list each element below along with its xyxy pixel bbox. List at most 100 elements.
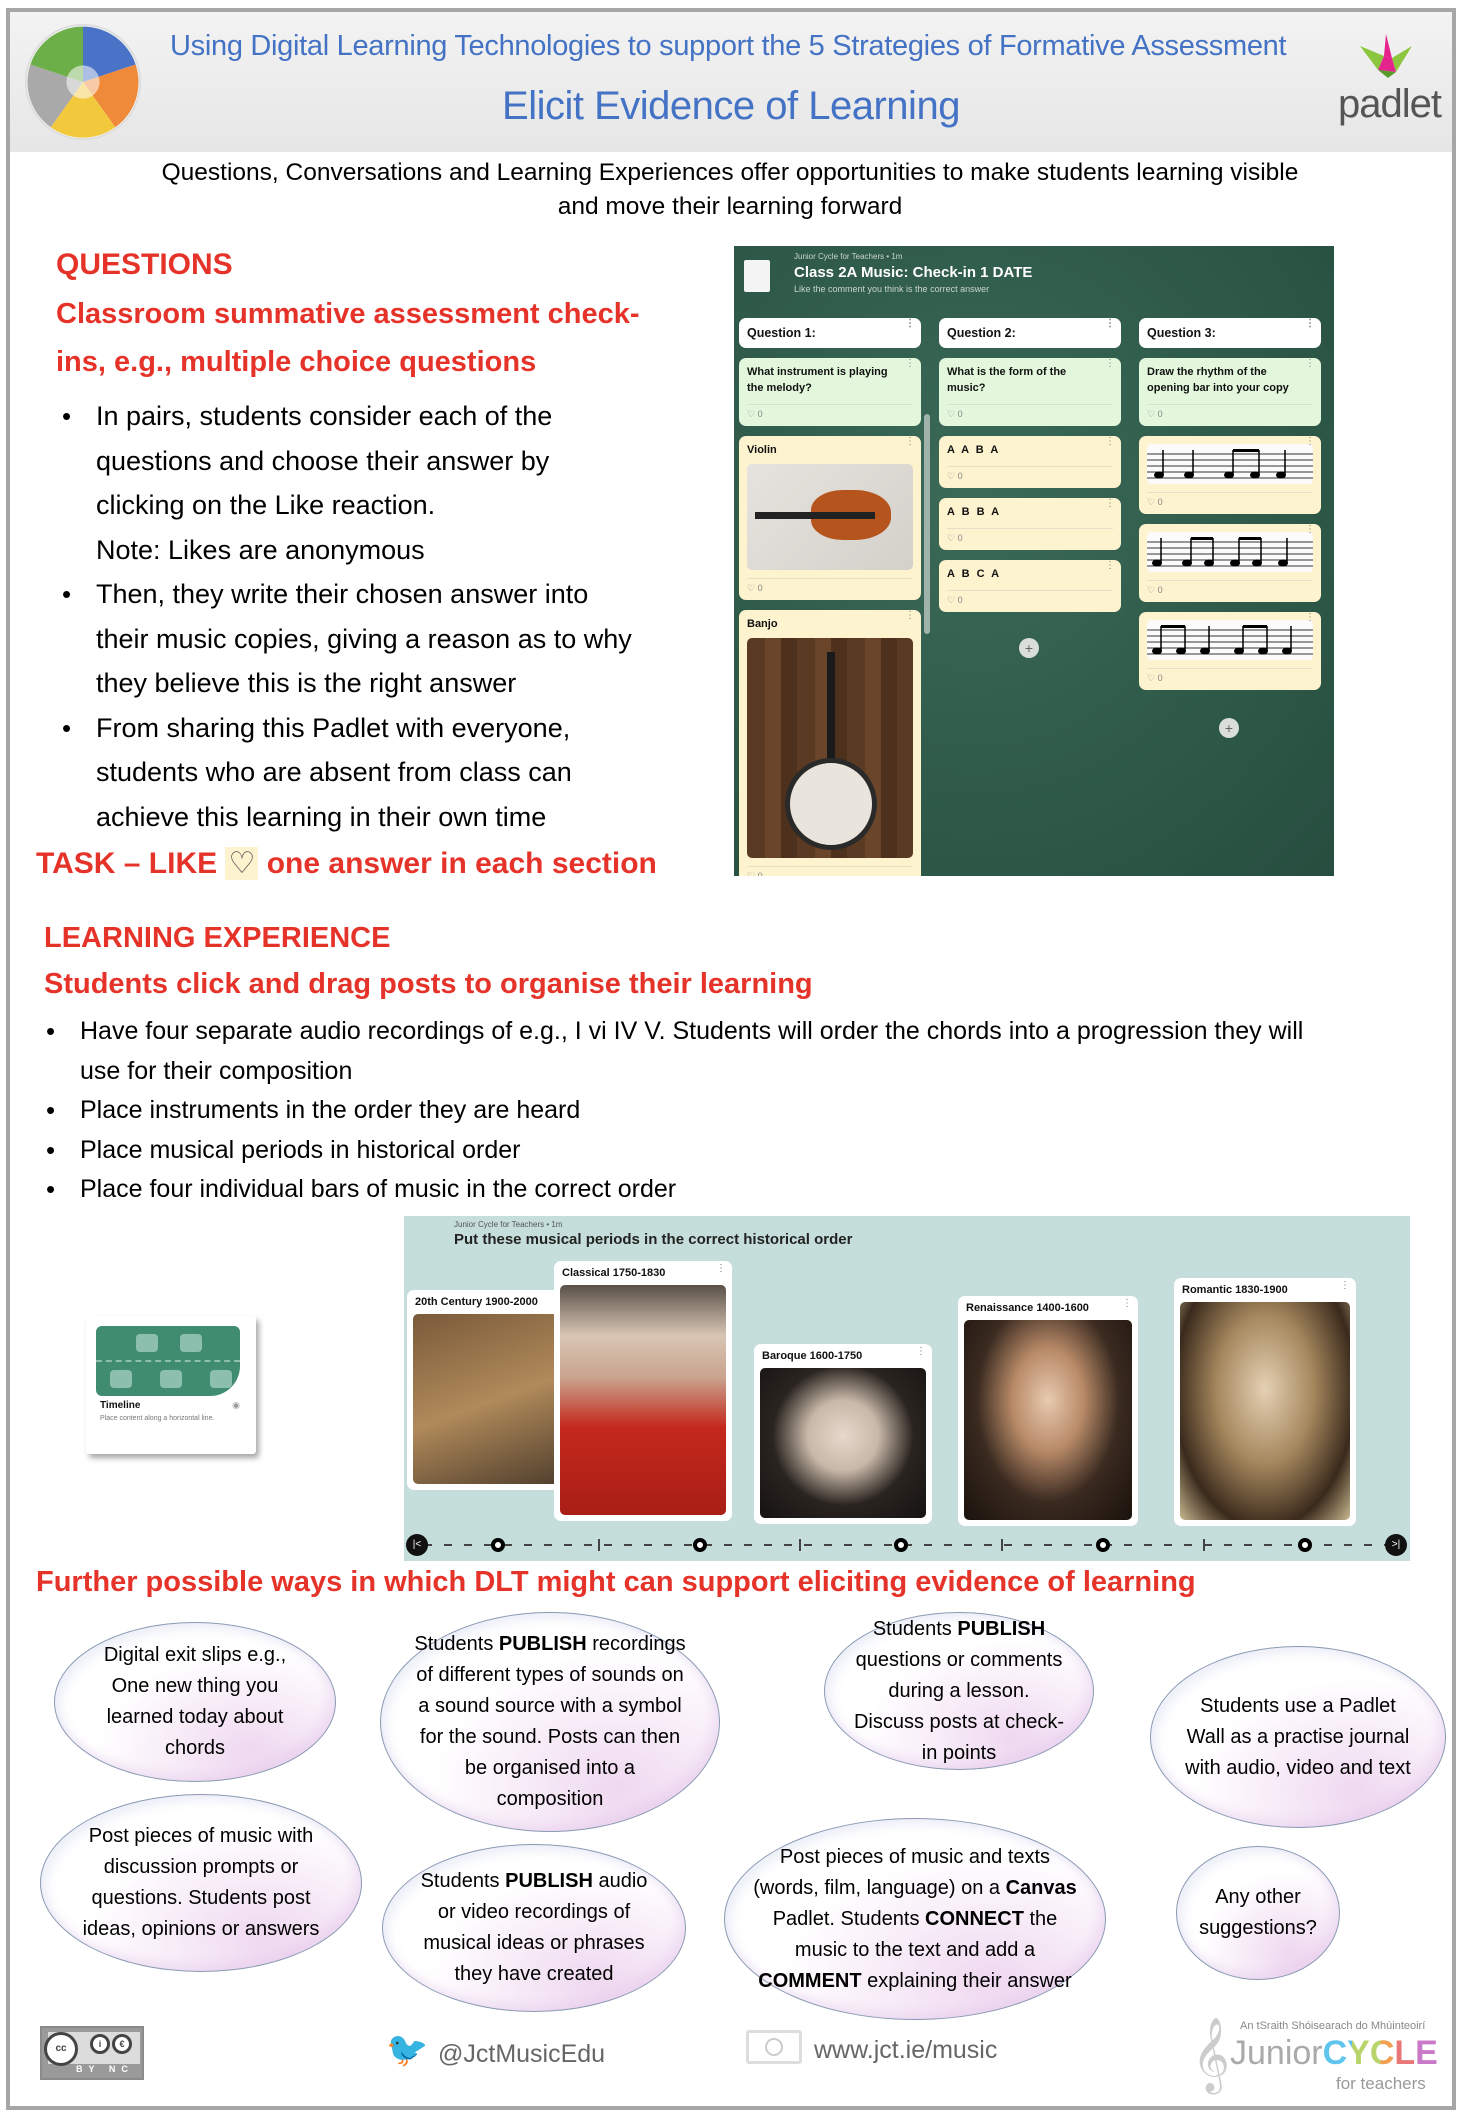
bullet-item: Place four individual bars of music in t… [40,1170,1440,1210]
more-icon[interactable]: ⋮ [1305,525,1315,535]
like-button[interactable]: ♡ 0 [747,866,913,876]
question-card[interactable]: Draw the rhythm of the opening bar into … [1139,358,1321,426]
answer-card[interactable]: ⋮ ♡ 0 [1139,436,1321,514]
document-icon [744,260,770,292]
board-meta: Junior Cycle for Teachers • 1m [794,252,903,261]
website-link[interactable]: www.jct.ie/music [814,2036,997,2065]
timeline-format-card[interactable]: Timeline ◉ Place content along a horizon… [86,1316,256,1454]
banjo-image [747,638,913,858]
more-icon[interactable]: ⋮ [1305,613,1315,623]
more-icon[interactable]: ⋮ [1305,359,1315,369]
idea-bubble: Students PUBLISH questions or comments d… [824,1612,1094,1770]
timeline-axis [424,1538,1390,1552]
answer-card[interactable]: A B B A ⋮ ♡ 0 [939,498,1121,550]
bullet-item: Place musical periods in historical orde… [40,1131,1440,1171]
like-button[interactable]: ♡ 0 [1147,668,1313,684]
add-post-button[interactable]: + [1219,718,1239,738]
idea-bubble: Post pieces of music and texts (words, f… [724,1818,1106,2020]
bach-portrait [760,1368,926,1518]
answer-card[interactable]: ⋮ ♡ 0 [1139,524,1321,602]
column-header: Question 3: ⋮ [1139,318,1321,348]
questions-bullets: In pairs, students consider each of the … [56,394,696,839]
more-icon[interactable]: ⋮ [1340,1281,1350,1291]
board-meta: Junior Cycle for Teachers • 1m [454,1220,563,1229]
idea-bubble: Students PUBLISH audio or video recordin… [382,1844,686,2012]
heart-icon: ♡ [225,847,259,880]
timeline-format-description: Place content along a horizontal line. [100,1415,215,1422]
question-card[interactable]: What instrument is playing the melody? ⋮… [739,358,921,426]
laptop-globe-icon [746,2030,802,2064]
rhythm-notation-3 [1147,620,1313,660]
more-icon[interactable]: ⋮ [1122,1299,1132,1309]
more-icon[interactable]: ⋮ [905,319,915,329]
like-button[interactable]: ♡ 0 [1147,492,1313,508]
more-icon[interactable]: ⋮ [1105,319,1115,329]
twitter-handle[interactable]: @JctMusicEdu [438,2040,605,2069]
board-title: Class 2A Music: Check-in 1 DATE [794,264,1033,281]
like-button[interactable]: ♡ 0 [947,404,1113,420]
more-icon[interactable]: ⋮ [1305,319,1315,329]
more-icon[interactable]: ⋮ [905,611,915,621]
further-heading: Further possible ways in which DLT might… [36,1566,1196,1598]
timeline-post[interactable]: Renaissance 1400-1600 ⋮ [958,1296,1138,1526]
poster-title: Elicit Evidence of Learning [502,84,960,128]
more-icon[interactable]: ⋮ [1105,437,1115,447]
idea-bubble: Any other suggestions? [1176,1846,1340,1980]
like-button[interactable]: ♡ 0 [1147,404,1313,420]
board-column-1: Question 1: ⋮ What instrument is playing … [739,318,921,876]
learning-bullets: Have four separate audio recordings of e… [40,1012,1440,1210]
column-header: Question 1: ⋮ [739,318,921,348]
more-icon[interactable]: ⋮ [1105,499,1115,509]
learning-heading: LEARNING EXPERIENCE [44,922,391,954]
timeline-start-button[interactable]: |< [406,1534,428,1556]
more-icon[interactable]: ⋮ [916,1347,926,1357]
questions-subheading-line2: ins, e.g., multiple choice questions [56,346,537,378]
noncommercial-icon: € [112,2034,132,2054]
question-card[interactable]: What is the form of the music? ⋮ ♡ 0 [939,358,1121,426]
add-post-button[interactable]: + [1019,638,1039,658]
more-icon[interactable]: ⋮ [716,1264,726,1274]
idea-bubble: Digital exit slips e.g., One new thing y… [54,1622,336,1782]
more-icon[interactable]: ⋮ [905,359,915,369]
more-icon[interactable]: ⋮ [1105,561,1115,571]
like-button[interactable]: ♡ 0 [947,466,1113,482]
cc-icon: cc [44,2032,78,2066]
idea-bubble: Post pieces of music with discussion pro… [40,1794,362,1972]
bullet-item: Then, they write their chosen answer int… [56,572,696,706]
board-column-3: Question 3: ⋮ Draw the rhythm of the open… [1139,318,1321,690]
timeline-end-button[interactable]: >| [1385,1534,1407,1556]
answer-card[interactable]: Banjo ⋮ ♡ 0 [739,610,921,876]
cc-license-badge[interactable]: cc i € BY NC [40,2026,144,2080]
board-column-2: Question 2: ⋮ What is the form of the mus… [939,318,1121,612]
padlet-checkin-board: Junior Cycle for Teachers • 1m Class 2A … [734,246,1334,876]
like-button[interactable]: ♡ 0 [947,590,1113,606]
intro-text: Questions, Conversations and Learning Ex… [161,159,1299,220]
like-button[interactable]: ♡ 0 [747,578,913,594]
preview-eye-icon[interactable]: ◉ [232,1400,240,1411]
questions-heading: QUESTIONS [56,248,233,281]
more-icon[interactable]: ⋮ [905,437,915,447]
bullet-item: In pairs, students consider each of the … [56,394,696,572]
answer-card[interactable]: A B C A ⋮ ♡ 0 [939,560,1121,612]
answer-card[interactable]: ⋮ ♡ 0 [1139,612,1321,690]
idea-bubble: Students PUBLISH recordings of different… [380,1612,720,1832]
timeline-post[interactable]: Classical 1750-1830 ⋮ [554,1261,732,1521]
bullet-item: Place instruments in the order they are … [40,1091,1440,1131]
board-subtitle: Like the comment you think is the correc… [794,284,990,294]
idea-bubble: Students use a Padlet Wall as a practise… [1150,1646,1446,1828]
like-button[interactable]: ♡ 0 [947,528,1113,544]
timeline-post[interactable]: Romantic 1830-1900 ⋮ [1174,1278,1356,1526]
answer-card[interactable]: A A B A ⋮ ♡ 0 [939,436,1121,488]
more-icon[interactable]: ⋮ [1105,359,1115,369]
like-button[interactable]: ♡ 0 [747,404,913,420]
like-button[interactable]: ♡ 0 [1147,580,1313,596]
treble-clef-icon: 𝄞 [1192,2018,1230,2090]
bullet-item: From sharing this Padlet with everyone, … [56,706,696,840]
rhythm-notation-1 [1147,444,1313,484]
bullet-item: Have four separate audio recordings of e… [40,1012,1440,1091]
timeline-post[interactable]: Baroque 1600-1750 ⋮ [754,1344,932,1524]
answer-card[interactable]: Violin ⋮ ♡ 0 [739,436,921,600]
task-instruction: TASK – LIKE ♡ one answer in each section [36,847,657,880]
column-scrollbar[interactable] [924,414,930,634]
more-icon[interactable]: ⋮ [1305,437,1315,447]
